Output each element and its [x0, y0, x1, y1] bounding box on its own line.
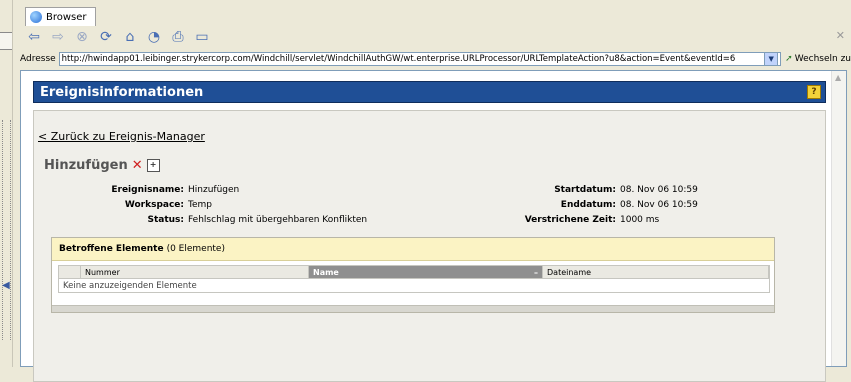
- refresh-icon[interactable]: ⟳: [98, 29, 114, 45]
- left-side-panel: ◀: [0, 0, 13, 367]
- add-icon[interactable]: +: [146, 159, 160, 172]
- go-arrow-icon: ➚: [785, 54, 793, 64]
- field-value: 08. Nov 06 10:59: [620, 185, 698, 195]
- page-title: Ereignisinformationen: [40, 84, 204, 100]
- delete-icon[interactable]: ✕: [132, 158, 143, 173]
- column-label: Dateiname: [547, 267, 592, 277]
- column-select[interactable]: [59, 266, 81, 278]
- affected-elements-count: (0 Elemente): [166, 244, 225, 254]
- home-icon[interactable]: ⌂: [122, 29, 138, 45]
- column-label: Name: [313, 267, 339, 277]
- side-panel-tab[interactable]: [0, 32, 12, 50]
- field-label: Status:: [147, 215, 184, 225]
- tab-browser[interactable]: Browser: [25, 7, 96, 26]
- address-label: Adresse: [20, 54, 56, 64]
- field-value: Hinzufügen: [188, 185, 240, 195]
- address-dropdown-icon[interactable]: ▼: [764, 53, 779, 65]
- column-filename[interactable]: Dateiname: [543, 266, 769, 278]
- table-header-row: Nummer Name – Dateiname: [58, 265, 770, 279]
- affected-elements-table: Betroffene Elemente (0 Elemente) Nummer …: [51, 237, 775, 313]
- address-bar: Adresse http://hwindapp01.leibinger.stry…: [20, 50, 851, 68]
- field-start-date: Startdatum: 08. Nov 06 10:59: [480, 185, 698, 195]
- field-label: Ereignisname:: [111, 185, 184, 195]
- field-label: Workspace:: [124, 200, 184, 210]
- print-icon[interactable]: ⎙: [170, 29, 186, 45]
- splitter-grip[interactable]: [2, 120, 11, 340]
- address-url: http://hwindapp01.leibinger.strykercorp.…: [61, 54, 736, 64]
- vertical-scrollbar[interactable]: ▲: [831, 71, 846, 366]
- affected-elements-title: Betroffene Elemente: [59, 244, 164, 254]
- browser-toolbar: ⇦ ⇨ ⊗ ⟳ ⌂ ◔ ⎙ ▭: [20, 25, 851, 49]
- history-icon[interactable]: ◔: [146, 29, 162, 45]
- field-value: Fehlschlag mit übergehbaren Konflikten: [188, 215, 368, 225]
- stop-icon[interactable]: ⊗: [74, 29, 90, 45]
- globe-icon: [30, 11, 42, 23]
- empty-table-message: Keine anzuzeigenden Elemente: [58, 279, 770, 293]
- field-label: Enddatum:: [560, 200, 616, 210]
- field-value: Temp: [188, 200, 212, 210]
- save-icon[interactable]: ▭: [194, 29, 210, 45]
- tab-label: Browser: [46, 11, 87, 23]
- field-status: Status: Fehlschlag mit übergehbaren Konfl…: [100, 215, 367, 225]
- tab-bar: Browser: [20, 5, 851, 26]
- help-icon[interactable]: ?: [807, 85, 821, 99]
- column-number[interactable]: Nummer: [81, 266, 309, 278]
- page-viewport: ▲ Ereignisinformationen ? < Zurück zu Er…: [20, 70, 847, 382]
- table-footer: [52, 305, 774, 312]
- affected-elements-header: Betroffene Elemente (0 Elemente): [52, 238, 774, 261]
- browser-window: Browser ✕ ⇦ ⇨ ⊗ ⟳ ⌂ ◔ ⎙ ▭ Adresse http:/…: [20, 5, 851, 382]
- back-arrow-icon[interactable]: ⇦: [26, 29, 42, 45]
- address-input[interactable]: http://hwindapp01.leibinger.strykercorp.…: [58, 52, 782, 66]
- event-details-panel: < Zurück zu Ereignis-Manager Hinzufügen …: [33, 110, 826, 382]
- field-elapsed-time: Verstrichene Zeit: 1000 ms: [480, 215, 660, 225]
- collapse-arrow-icon[interactable]: ◀: [2, 280, 10, 291]
- column-name[interactable]: Name –: [309, 266, 543, 278]
- back-to-event-manager-link[interactable]: < Zurück zu Ereignis-Manager: [38, 130, 205, 143]
- go-button[interactable]: ➚ Wechseln zu: [785, 54, 851, 64]
- field-value: 1000 ms: [620, 215, 660, 225]
- field-label: Verstrichene Zeit:: [524, 215, 616, 225]
- field-workspace: Workspace: Temp: [100, 200, 212, 210]
- field-event-name: Ereignisname: Hinzufügen: [100, 185, 239, 195]
- page-content: Ereignisinformationen ? < Zurück zu Erei…: [33, 81, 826, 382]
- column-label: Nummer: [85, 267, 120, 277]
- event-heading: Hinzufügen ✕ +: [44, 158, 160, 173]
- field-end-date: Enddatum: 08. Nov 06 10:59: [480, 200, 698, 210]
- field-value: 08. Nov 06 10:59: [620, 200, 698, 210]
- go-label: Wechseln zu: [794, 54, 851, 64]
- forward-arrow-icon[interactable]: ⇨: [50, 29, 66, 45]
- event-heading-text: Hinzufügen: [44, 158, 128, 173]
- sort-icon: –: [534, 267, 538, 277]
- page-title-bar: Ereignisinformationen ?: [33, 81, 826, 103]
- field-label: Startdatum:: [554, 185, 616, 195]
- scroll-up-icon[interactable]: ▲: [835, 73, 841, 82]
